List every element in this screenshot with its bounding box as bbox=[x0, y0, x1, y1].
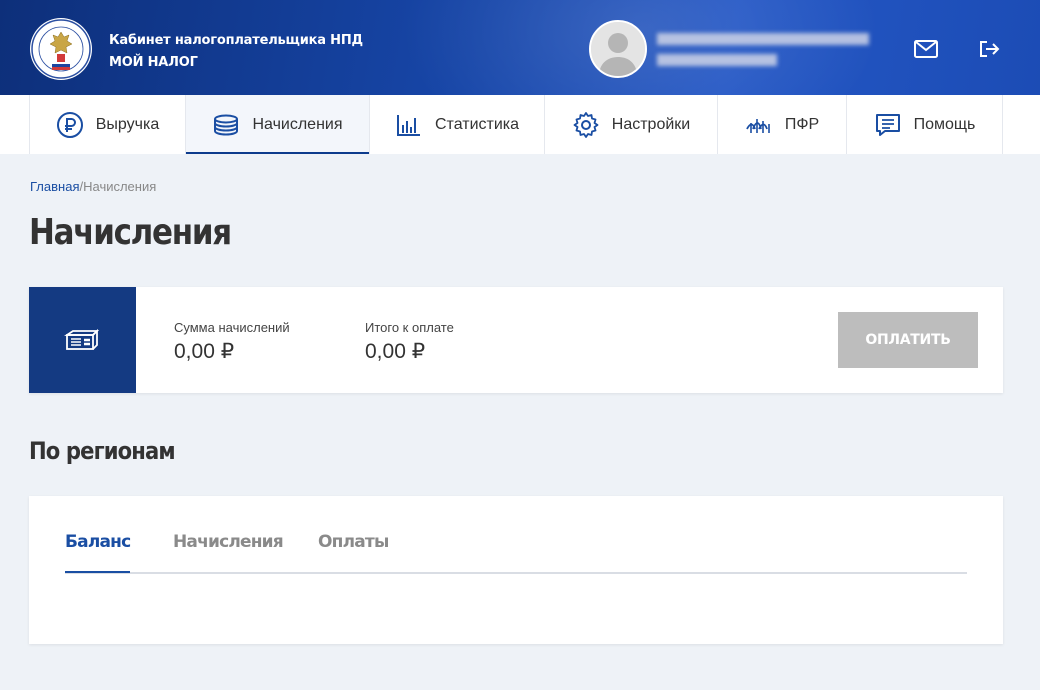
regions-title: По регионам bbox=[29, 437, 176, 465]
accruals-label: Сумма начислений bbox=[174, 320, 290, 335]
pay-button[interactable]: ОПЛАТИТЬ bbox=[838, 312, 978, 368]
main-nav: Выручка Начисления Статистика Настройки bbox=[0, 95, 1040, 154]
pfr-logo-icon bbox=[745, 111, 773, 139]
brand-title[interactable]: Кабинет налогоплательщика НПД МОЙ НАЛОГ bbox=[109, 30, 363, 74]
tab-balance[interactable]: Баланс bbox=[65, 532, 131, 573]
nav-label-accruals: Начисления bbox=[252, 115, 343, 133]
mail-icon[interactable] bbox=[913, 38, 939, 60]
total-due-label: Итого к оплате bbox=[365, 320, 454, 335]
breadcrumb-current: Начисления bbox=[83, 179, 157, 194]
top-header: Кабинет налогоплательщика НПД МОЙ НАЛОГ bbox=[0, 0, 1040, 95]
bar-chart-icon bbox=[395, 111, 423, 139]
ruble-icon bbox=[56, 111, 84, 139]
summary-icon-box bbox=[29, 287, 136, 393]
page-title: Начисления bbox=[29, 212, 232, 253]
banknotes-icon bbox=[63, 328, 99, 350]
brand-line2: МОЙ НАЛОГ bbox=[109, 55, 198, 70]
nav-item-statistics[interactable]: Статистика bbox=[370, 95, 545, 154]
summary-card: Сумма начислений 0,00 ₽ Итого к оплате 0… bbox=[29, 287, 1003, 393]
nav-label-revenue: Выручка bbox=[95, 115, 160, 133]
user-avatar-icon[interactable] bbox=[589, 20, 647, 78]
total-due-value: 0,00 ₽ bbox=[365, 340, 426, 363]
user-name-redacted bbox=[657, 33, 869, 45]
nav-label-statistics: Статистика bbox=[434, 115, 520, 133]
nav-label-pfr: ПФР bbox=[784, 115, 820, 133]
tab-payments[interactable]: Оплаты bbox=[318, 532, 389, 571]
regions-tabs: Баланс Начисления Оплаты bbox=[65, 496, 967, 574]
tab-accruals[interactable]: Начисления bbox=[173, 532, 284, 571]
nav-item-accruals[interactable]: Начисления bbox=[186, 95, 370, 154]
help-chat-icon bbox=[874, 111, 902, 139]
brand-line1: Кабинет налогоплательщика НПД bbox=[109, 33, 363, 48]
breadcrumb-home-link[interactable]: Главная bbox=[30, 179, 79, 194]
total-due-stat: Итого к оплате 0,00 ₽ bbox=[365, 320, 454, 364]
user-id-redacted bbox=[657, 54, 777, 66]
logout-icon[interactable] bbox=[977, 38, 1003, 60]
fns-emblem-icon[interactable] bbox=[30, 18, 92, 80]
nav-item-revenue[interactable]: Выручка bbox=[29, 95, 186, 154]
coins-stack-icon bbox=[212, 111, 240, 139]
gear-icon bbox=[572, 111, 600, 139]
accruals-stat: Сумма начислений 0,00 ₽ bbox=[174, 320, 290, 364]
nav-label-settings: Настройки bbox=[611, 115, 691, 133]
regions-card: Баланс Начисления Оплаты bbox=[29, 496, 1003, 644]
nav-item-settings[interactable]: Настройки bbox=[545, 95, 718, 154]
breadcrumb: Главная/Начисления bbox=[30, 179, 156, 194]
nav-label-help: Помощь bbox=[913, 115, 976, 133]
nav-item-pfr[interactable]: ПФР bbox=[718, 95, 847, 154]
accruals-value: 0,00 ₽ bbox=[174, 340, 235, 363]
nav-item-help[interactable]: Помощь bbox=[847, 95, 1003, 154]
